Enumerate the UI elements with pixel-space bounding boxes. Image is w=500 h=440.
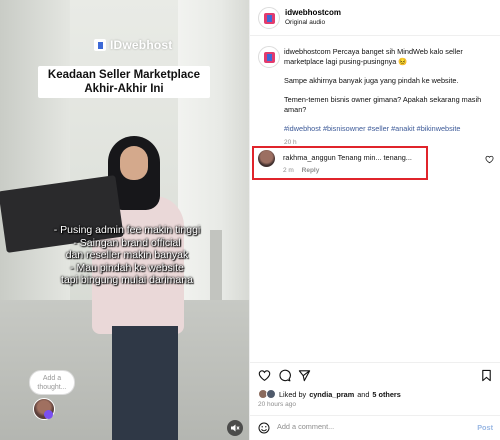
audio-link[interactable]: Original audio (285, 19, 325, 26)
like-heart-icon[interactable] (258, 369, 271, 382)
post-side-panel: idwebhostcom Original audio idwebhostcom… (249, 0, 500, 440)
video-caption: - Pusing admin fee makin tinggi - Sainga… (22, 224, 232, 287)
video-caption-line: dan reseller makin banyak (65, 249, 189, 261)
add-comment-row: Post (250, 415, 500, 440)
comment-time: 2 m (283, 167, 294, 174)
comment-bubble-icon[interactable] (278, 369, 291, 382)
post-actions: Liked by cyndia_pram and 5 others 20 hou… (250, 362, 500, 440)
liked-user[interactable]: cyndia_pram (309, 390, 354, 399)
post-caption: idwebhostcom Percaya banget sih MindWeb … (284, 47, 492, 157)
thought-badge-icon (44, 410, 53, 419)
share-send-icon[interactable] (298, 369, 311, 382)
comment-meta: 2 m Reply (283, 167, 319, 174)
comment-body: Tenang min... tenang... (337, 153, 412, 162)
caption-line-2: Sampe akhirnya banyak juga yang pindah k… (284, 76, 459, 85)
brand-logo-icon (264, 52, 275, 63)
mute-button[interactable] (227, 420, 243, 436)
post-time: 20 hours ago (258, 401, 296, 408)
comment-like-heart-icon[interactable] (485, 155, 494, 164)
comment-username[interactable]: rakhma_anggun (283, 153, 336, 162)
caption-avatar[interactable] (258, 46, 280, 68)
brand-logo-text: IDwebhost (110, 38, 173, 52)
liker-avatar (266, 389, 276, 399)
comment-input[interactable] (277, 422, 457, 431)
video-caption-line: - Saingan brand official (73, 236, 181, 249)
liked-others[interactable]: 5 others (372, 390, 400, 399)
caption-username[interactable]: idwebhostcom (284, 47, 331, 56)
video-title: Keadaan Seller Marketplace Akhir-Akhir I… (38, 66, 210, 98)
liked-mid: and (357, 389, 370, 399)
brand-logo-icon (94, 39, 106, 51)
post-button[interactable]: Post (477, 423, 493, 432)
highlighted-comment-box (252, 146, 428, 180)
person-face (120, 146, 148, 180)
avatar[interactable] (258, 7, 280, 29)
emoji-icon[interactable] (258, 422, 270, 434)
brand-logo-icon (264, 13, 275, 24)
person-pants (112, 326, 178, 440)
video-title-line-1: Keadaan Seller Marketplace (47, 69, 201, 81)
comment-text: rakhma_anggun Tenang min... tenang... (283, 153, 412, 162)
likes-summary: Liked by cyndia_pram and 5 others (258, 389, 401, 399)
video-title-line-2: Akhir-Akhir Ini (84, 83, 164, 95)
brand-logo: IDwebhost (94, 38, 172, 52)
comment-avatar[interactable] (258, 150, 275, 167)
bookmark-icon[interactable] (480, 369, 493, 382)
video-caption-line: - Pusing admin fee makin tinggi (53, 224, 201, 236)
video-caption-line: - Mau pindah ke website (70, 261, 184, 274)
liked-prefix: Liked by (279, 389, 307, 399)
reply-button[interactable]: Reply (302, 167, 320, 174)
caption-hashtags[interactable]: #idwebhost #bisnisowner #seller #anakit … (284, 124, 492, 134)
video-caption-line: tapi bingung mulai darimana (61, 274, 193, 286)
header-username[interactable]: idwebhostcom (285, 8, 341, 17)
post-header: idwebhostcom Original audio (250, 0, 500, 36)
caption-line-3: Temen-temen bisnis owner gimana? Apakah … (284, 95, 482, 114)
speaker-muted-icon (231, 424, 240, 432)
reel-video[interactable]: IDwebhost Keadaan Seller Marketplace Akh… (0, 0, 249, 440)
add-thought-bubble[interactable]: Add a thought... (29, 370, 75, 395)
